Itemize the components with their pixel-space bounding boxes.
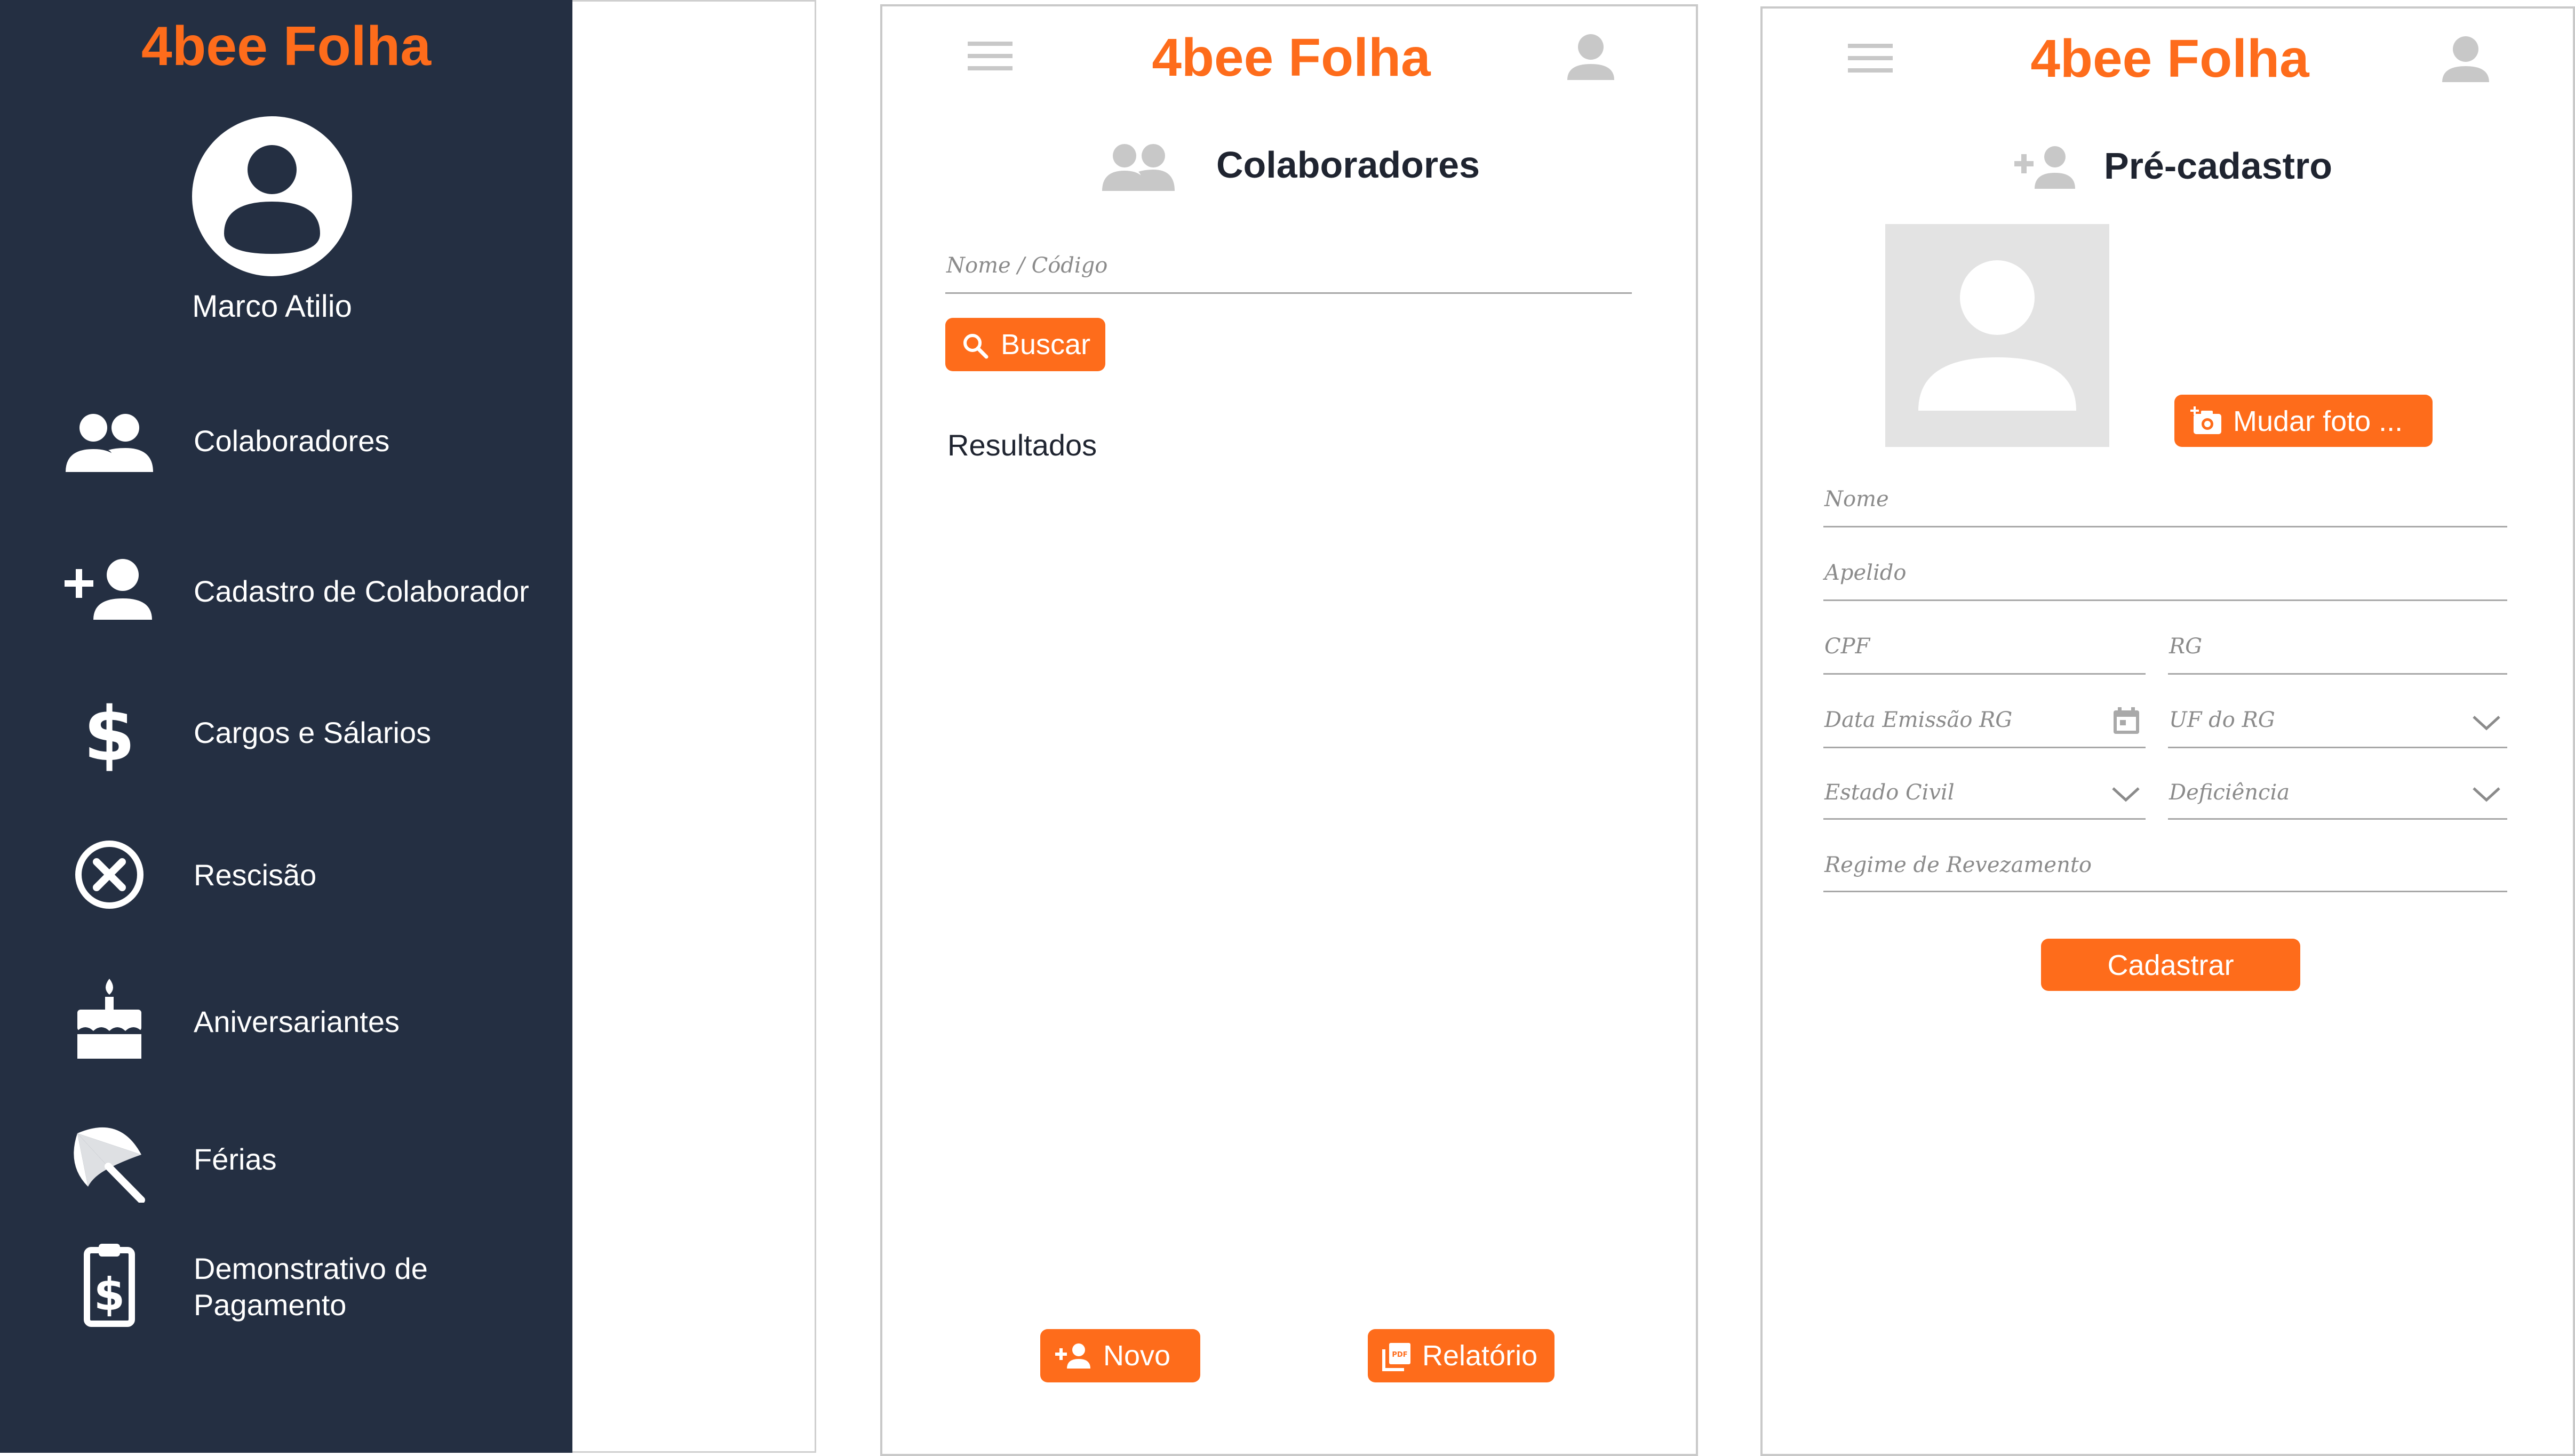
svg-text:PDF: PDF — [1392, 1351, 1407, 1359]
search-button-label: Buscar — [1001, 329, 1091, 361]
apelido-label: Apelido — [1824, 561, 1907, 585]
user-profile-icon[interactable] — [2439, 31, 2492, 84]
menu-label: Demonstrativo de — [194, 1252, 428, 1285]
chevron-down-icon — [2472, 786, 2501, 802]
submit-button-label: Cadastrar — [2107, 949, 2234, 981]
uf-rg-label: UF do RG — [2169, 708, 2275, 732]
new-button[interactable]: Novo — [1040, 1329, 1200, 1382]
calendar-icon[interactable] — [2111, 706, 2141, 736]
navigation-drawer: 4bee Folha Marco Atilio Colaboradores Ca… — [0, 0, 572, 1453]
person-add-icon — [1054, 1342, 1091, 1370]
menu-item-demonstrativo-pagamento[interactable]: $ Demonstrativo de Pagamento — [0, 1243, 572, 1328]
new-button-label: Novo — [1103, 1340, 1171, 1372]
submit-button[interactable]: Cadastrar — [2041, 939, 2300, 991]
deficiencia-select[interactable]: Deficiência — [2168, 771, 2507, 827]
screen-colaboradores: 4bee Folha Colaboradores Nome / Código B… — [880, 4, 1698, 1456]
search-input[interactable]: Nome / Código — [945, 241, 1632, 300]
cancel-icon — [61, 832, 157, 917]
menu-label: Cadastro de Colaborador — [194, 574, 529, 608]
payment-clipboard-icon: $ — [61, 1243, 157, 1328]
search-placeholder: Nome / Código — [946, 253, 1108, 278]
drawer-overlay-area[interactable] — [572, 0, 816, 1453]
menu-label: Cargos e Sálarios — [194, 716, 432, 749]
change-photo-button[interactable]: Mudar foto ... — [2174, 395, 2433, 447]
user-profile-icon[interactable] — [1564, 29, 1617, 82]
menu-label: Rescisão — [194, 858, 317, 892]
menu-item-colaboradores[interactable]: Colaboradores — [0, 400, 572, 485]
regime-revezamento-label: Regime de Revezamento — [1824, 853, 2092, 877]
dollar-icon: $ — [61, 691, 157, 776]
menu-item-cadastro-colaborador[interactable]: Cadastro de Colaborador — [0, 549, 572, 635]
input-underline — [1823, 891, 2507, 892]
person-add-icon — [61, 549, 157, 635]
rg-label: RG — [2169, 634, 2203, 659]
cpf-field[interactable]: CPF — [1823, 625, 2146, 681]
input-underline — [2168, 818, 2507, 820]
menu-item-cargos-salarios[interactable]: $ Cargos e Sálarios — [0, 691, 572, 776]
input-underline — [1823, 818, 2146, 820]
input-underline — [1823, 673, 2146, 675]
estado-civil-select[interactable]: Estado Civil — [1823, 771, 2146, 827]
input-underline — [2168, 747, 2507, 748]
regime-revezamento-field[interactable]: Regime de Revezamento — [1823, 844, 2507, 899]
beach-umbrella-icon — [61, 1117, 157, 1203]
screen-precadastro: 4bee Folha Pré-cadastro Mudar foto ... N… — [1760, 6, 2575, 1456]
svg-text:$: $ — [83, 691, 135, 776]
input-underline — [1823, 747, 2146, 748]
nome-field[interactable]: Nome — [1823, 478, 2507, 533]
input-underline — [1823, 526, 2507, 527]
estado-civil-label: Estado Civil — [1824, 780, 1955, 805]
photo-placeholder — [1885, 224, 2109, 447]
avatar-icon — [192, 116, 352, 276]
person-add-icon — [2013, 142, 2077, 190]
report-button[interactable]: PDF Relatório — [1368, 1329, 1554, 1382]
page-title: Pré-cadastro — [2104, 145, 2332, 187]
menu-label: Colaboradores — [194, 424, 390, 458]
group-icon — [61, 400, 157, 485]
menu-item-rescisao[interactable]: Rescisão — [0, 832, 572, 917]
search-button[interactable]: Buscar — [945, 318, 1105, 371]
search-icon — [961, 332, 989, 359]
group-icon — [1101, 140, 1176, 193]
drawer-logo: 4bee Folha — [141, 15, 432, 77]
menu-item-ferias[interactable]: Férias — [0, 1117, 572, 1203]
menu-item-aniversariantes[interactable]: Aniversariantes — [0, 979, 572, 1064]
change-photo-label: Mudar foto ... — [2233, 405, 2403, 437]
user-name: Marco Atilio — [192, 289, 352, 324]
report-button-label: Relatório — [1422, 1340, 1538, 1372]
chevron-down-icon — [2111, 786, 2140, 802]
results-label: Resultados — [947, 428, 1097, 462]
chevron-down-icon — [2472, 715, 2501, 731]
input-underline — [945, 292, 1632, 294]
input-underline — [1823, 599, 2507, 601]
nome-label: Nome — [1824, 487, 1889, 511]
add-photo-icon — [2190, 406, 2223, 436]
rg-field[interactable]: RG — [2168, 625, 2507, 681]
menu-label-line2: Pagamento — [194, 1288, 347, 1322]
menu-label: Aniversariantes — [194, 1005, 400, 1038]
page-title: Colaboradores — [1216, 144, 1480, 186]
svg-text:$: $ — [94, 1268, 125, 1321]
data-emissao-rg-label: Data Emissão RG — [1824, 708, 2013, 732]
uf-rg-select[interactable]: UF do RG — [2168, 699, 2507, 754]
apelido-field[interactable]: Apelido — [1823, 551, 2507, 607]
cake-icon — [61, 979, 157, 1064]
menu-label: Férias — [194, 1142, 277, 1176]
deficiencia-label: Deficiência — [2169, 780, 2290, 805]
input-underline — [2168, 673, 2507, 675]
cpf-label: CPF — [1824, 634, 1870, 659]
pdf-icon: PDF — [1382, 1342, 1412, 1372]
data-emissao-rg-field[interactable]: Data Emissão RG — [1823, 699, 2146, 754]
